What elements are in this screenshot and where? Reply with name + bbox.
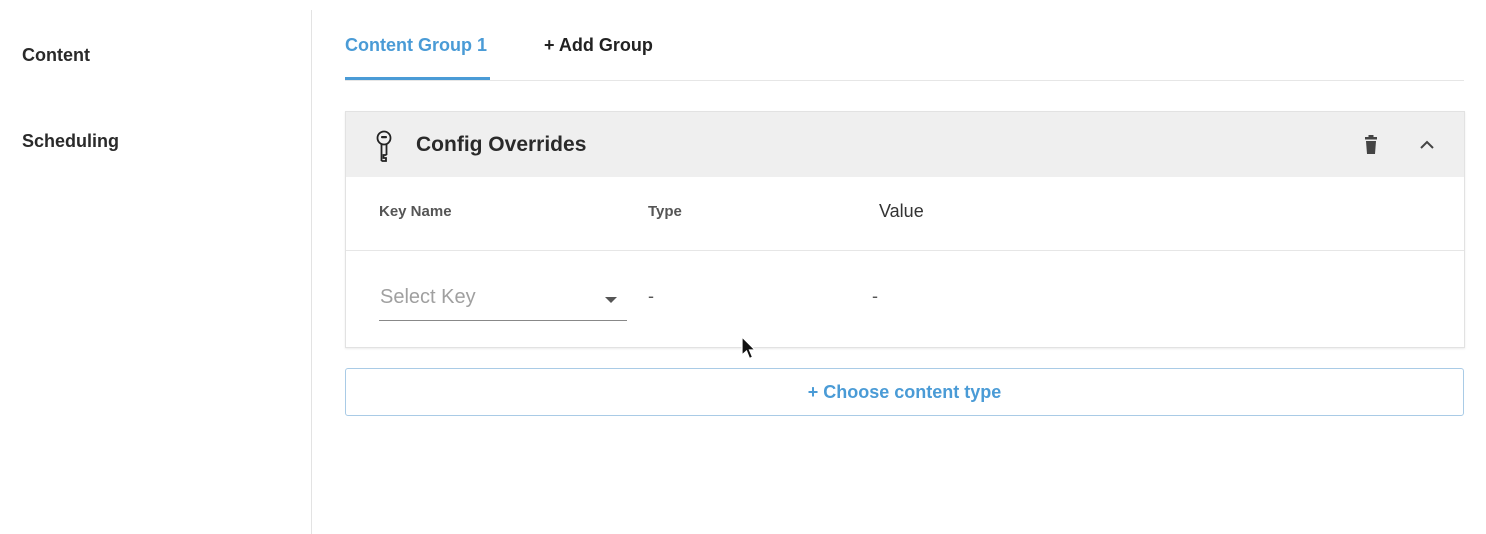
nav-item-content[interactable]: Content <box>22 45 90 66</box>
group-tabs: Content Group 1 + Add Group <box>345 0 1464 81</box>
config-overrides-card: Config Overrides Key Name Type Value Sel… <box>345 111 1465 348</box>
mouse-cursor-icon <box>741 336 757 360</box>
nav-item-scheduling[interactable]: Scheduling <box>22 131 119 152</box>
choose-content-type-button[interactable]: + Choose content type <box>345 368 1464 416</box>
type-cell: - <box>648 286 654 306</box>
column-type: Type <box>648 203 682 220</box>
key-icon <box>376 130 392 162</box>
value-cell: - <box>872 286 878 306</box>
side-nav: Content Scheduling <box>0 0 311 534</box>
column-value: Value <box>879 201 924 221</box>
select-key-placeholder: Select Key <box>380 286 476 308</box>
vertical-divider <box>311 10 312 534</box>
row-divider <box>346 250 1464 251</box>
chevron-up-icon[interactable] <box>1415 134 1439 156</box>
column-key-name: Key Name <box>379 203 452 220</box>
caret-down-icon <box>605 297 617 303</box>
main-panel: Content Group 1 + Add Group Config Overr… <box>345 0 1465 534</box>
card-header[interactable]: Config Overrides <box>346 112 1464 177</box>
tab-content-group-1[interactable]: Content Group 1 <box>345 35 490 80</box>
add-group-tab[interactable]: + Add Group <box>544 35 653 56</box>
select-key-dropdown[interactable]: Select Key <box>379 280 627 321</box>
trash-icon[interactable] <box>1360 134 1382 156</box>
card-title: Config Overrides <box>416 133 587 156</box>
